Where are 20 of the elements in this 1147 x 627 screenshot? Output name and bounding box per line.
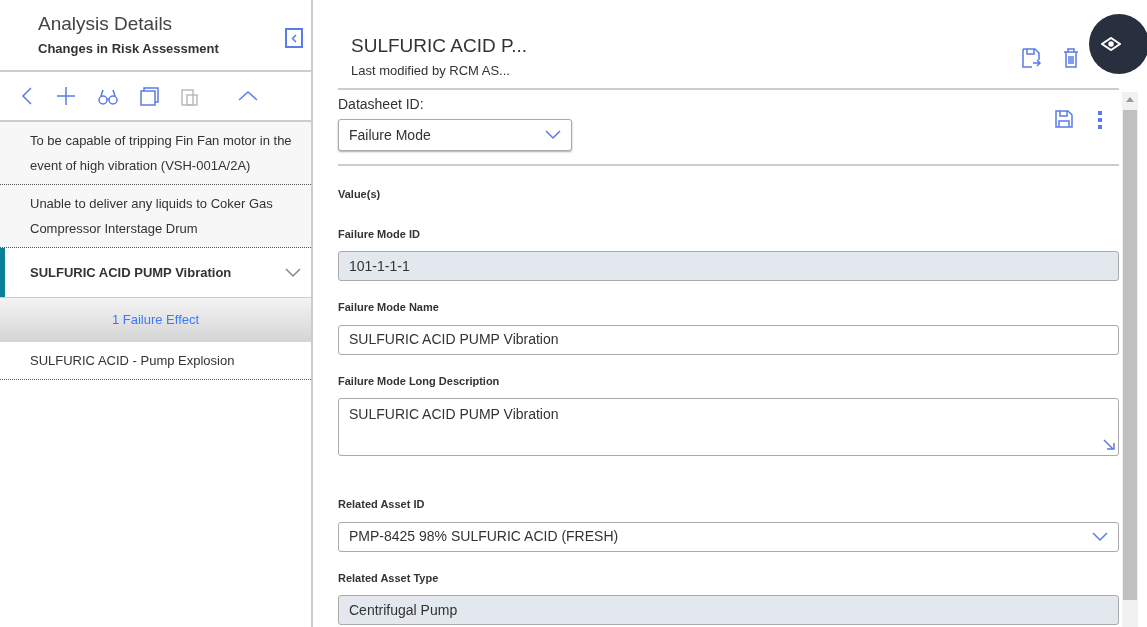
section-label: Value(s) — [338, 187, 381, 202]
field-label: Related Asset ID — [338, 497, 426, 512]
record-title: SULFURIC ACID P... — [351, 34, 527, 58]
panel-subtitle: Changes in Risk Assessment — [38, 39, 220, 58]
panel-title: Analysis Details — [38, 12, 173, 36]
input-field[interactable]: SULFURIC ACID PUMP Vibration — [338, 324, 1119, 355]
tree-item[interactable]: Unable to deliver any liquids to Coker Gas Compressor Interstage Drum — [0, 185, 311, 248]
field-label: Failure Mode ID — [338, 226, 421, 242]
tree-item-label: SULFURIC ACID PUMP Vibration — [30, 264, 232, 282]
text-area[interactable]: SULFURIC ACID PUMP Vibration — [338, 398, 1119, 456]
input-field: Centrifugal Pump — [338, 595, 1119, 625]
input-field: 101-1-1-1 — [338, 251, 1119, 281]
tree-item[interactable]: To be capable of tripping Fin Fan motor in the event of high vibration (VSH-001A/2A) — [0, 122, 311, 185]
datasheet-label: Datasheet ID: — [338, 95, 425, 114]
record-subtitle: Last modified by RCM AS... — [351, 61, 511, 80]
field-label: Failure Mode Name — [338, 300, 440, 315]
field-label: Failure Mode Long Description — [338, 373, 501, 389]
field-label: Related Asset Type — [338, 570, 440, 586]
datasheet-dropdown[interactable]: Failure Mode — [338, 119, 572, 151]
dropdown-field[interactable]: PMP-8425 98% SULFURIC ACID (FRESH) — [338, 521, 1119, 552]
